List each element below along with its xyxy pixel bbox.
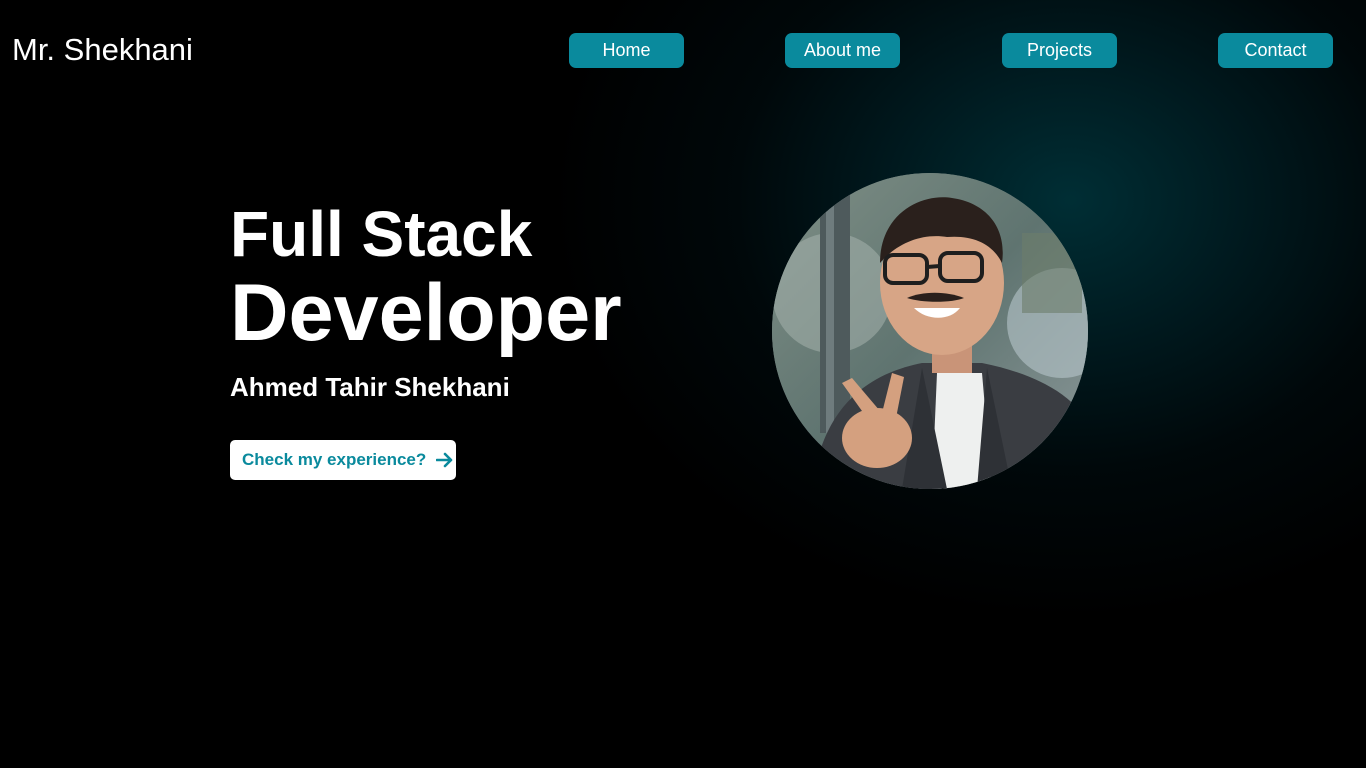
profile-photo-illustration [772,173,1088,489]
hero-title-line-1: Full Stack [230,198,533,270]
arrow-right-icon [435,452,454,468]
nav-projects-button[interactable]: Projects [1002,33,1117,68]
hero-name: Ahmed Tahir Shekhani [230,372,510,402]
page: Mr. Shekhani Home About me Projects Cont… [0,0,1366,768]
nav-contact-button[interactable]: Contact [1218,33,1333,68]
check-experience-label: Check my experience? [242,450,427,469]
site-logo[interactable]: Mr. Shekhani [12,31,193,69]
nav-about-button[interactable]: About me [785,33,900,68]
check-experience-button[interactable]: Check my experience? [230,440,456,480]
nav-home-button[interactable]: Home [569,33,684,68]
hero-title-line-2: Developer [230,268,622,358]
profile-photo [772,173,1088,489]
